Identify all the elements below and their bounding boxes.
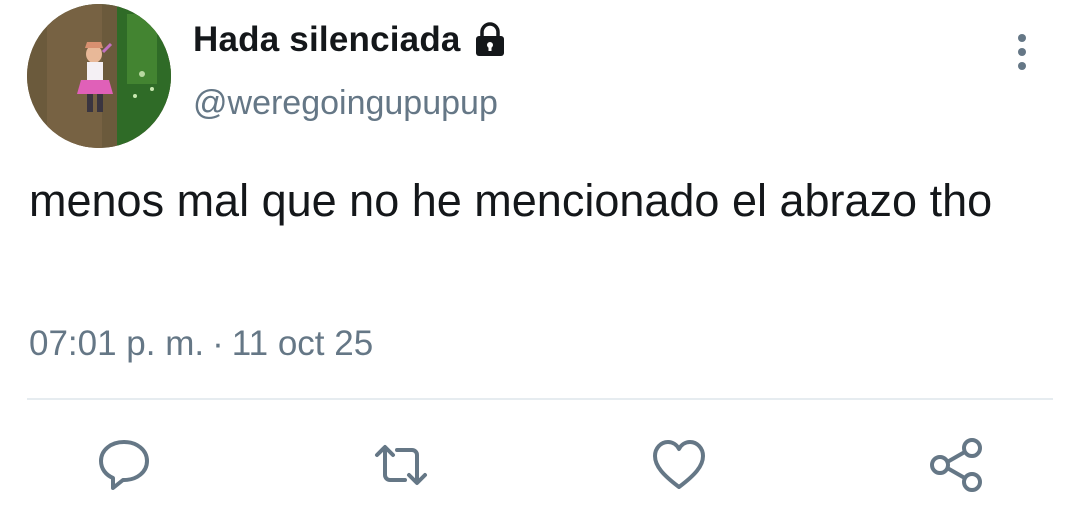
- reply-button[interactable]: [96, 437, 152, 493]
- tweet-text: menos mal que no he mencionado el abrazo…: [29, 175, 993, 226]
- tweet-timestamp[interactable]: 07:01 p. m. · 11 oct 25: [29, 324, 373, 364]
- share-icon: [930, 438, 982, 492]
- timestamp-separator: ·: [212, 324, 224, 363]
- more-options-button[interactable]: [1002, 30, 1042, 74]
- retweet-button[interactable]: [373, 437, 429, 493]
- avatar[interactable]: [27, 4, 171, 148]
- display-name[interactable]: Hada silenciada: [193, 20, 509, 60]
- user-handle[interactable]: @weregoingupupup: [193, 84, 498, 123]
- speech-bubble-icon: [99, 440, 149, 490]
- like-button[interactable]: [651, 437, 707, 493]
- tweet-time: 07:01 p. m.: [29, 324, 205, 363]
- tweet-card: Hada silenciada @weregoingupupup menos m…: [0, 0, 1080, 530]
- avatar-image: [27, 4, 171, 148]
- divider: [27, 398, 1053, 400]
- lock-icon: [471, 21, 509, 59]
- heart-icon: [653, 440, 705, 489]
- retweet-icon: [375, 445, 427, 485]
- display-name-text: Hada silenciada: [193, 20, 461, 59]
- tweet-date: 11 oct 25: [231, 324, 374, 363]
- vertical-dots-icon: [1018, 34, 1026, 70]
- share-button[interactable]: [928, 437, 984, 493]
